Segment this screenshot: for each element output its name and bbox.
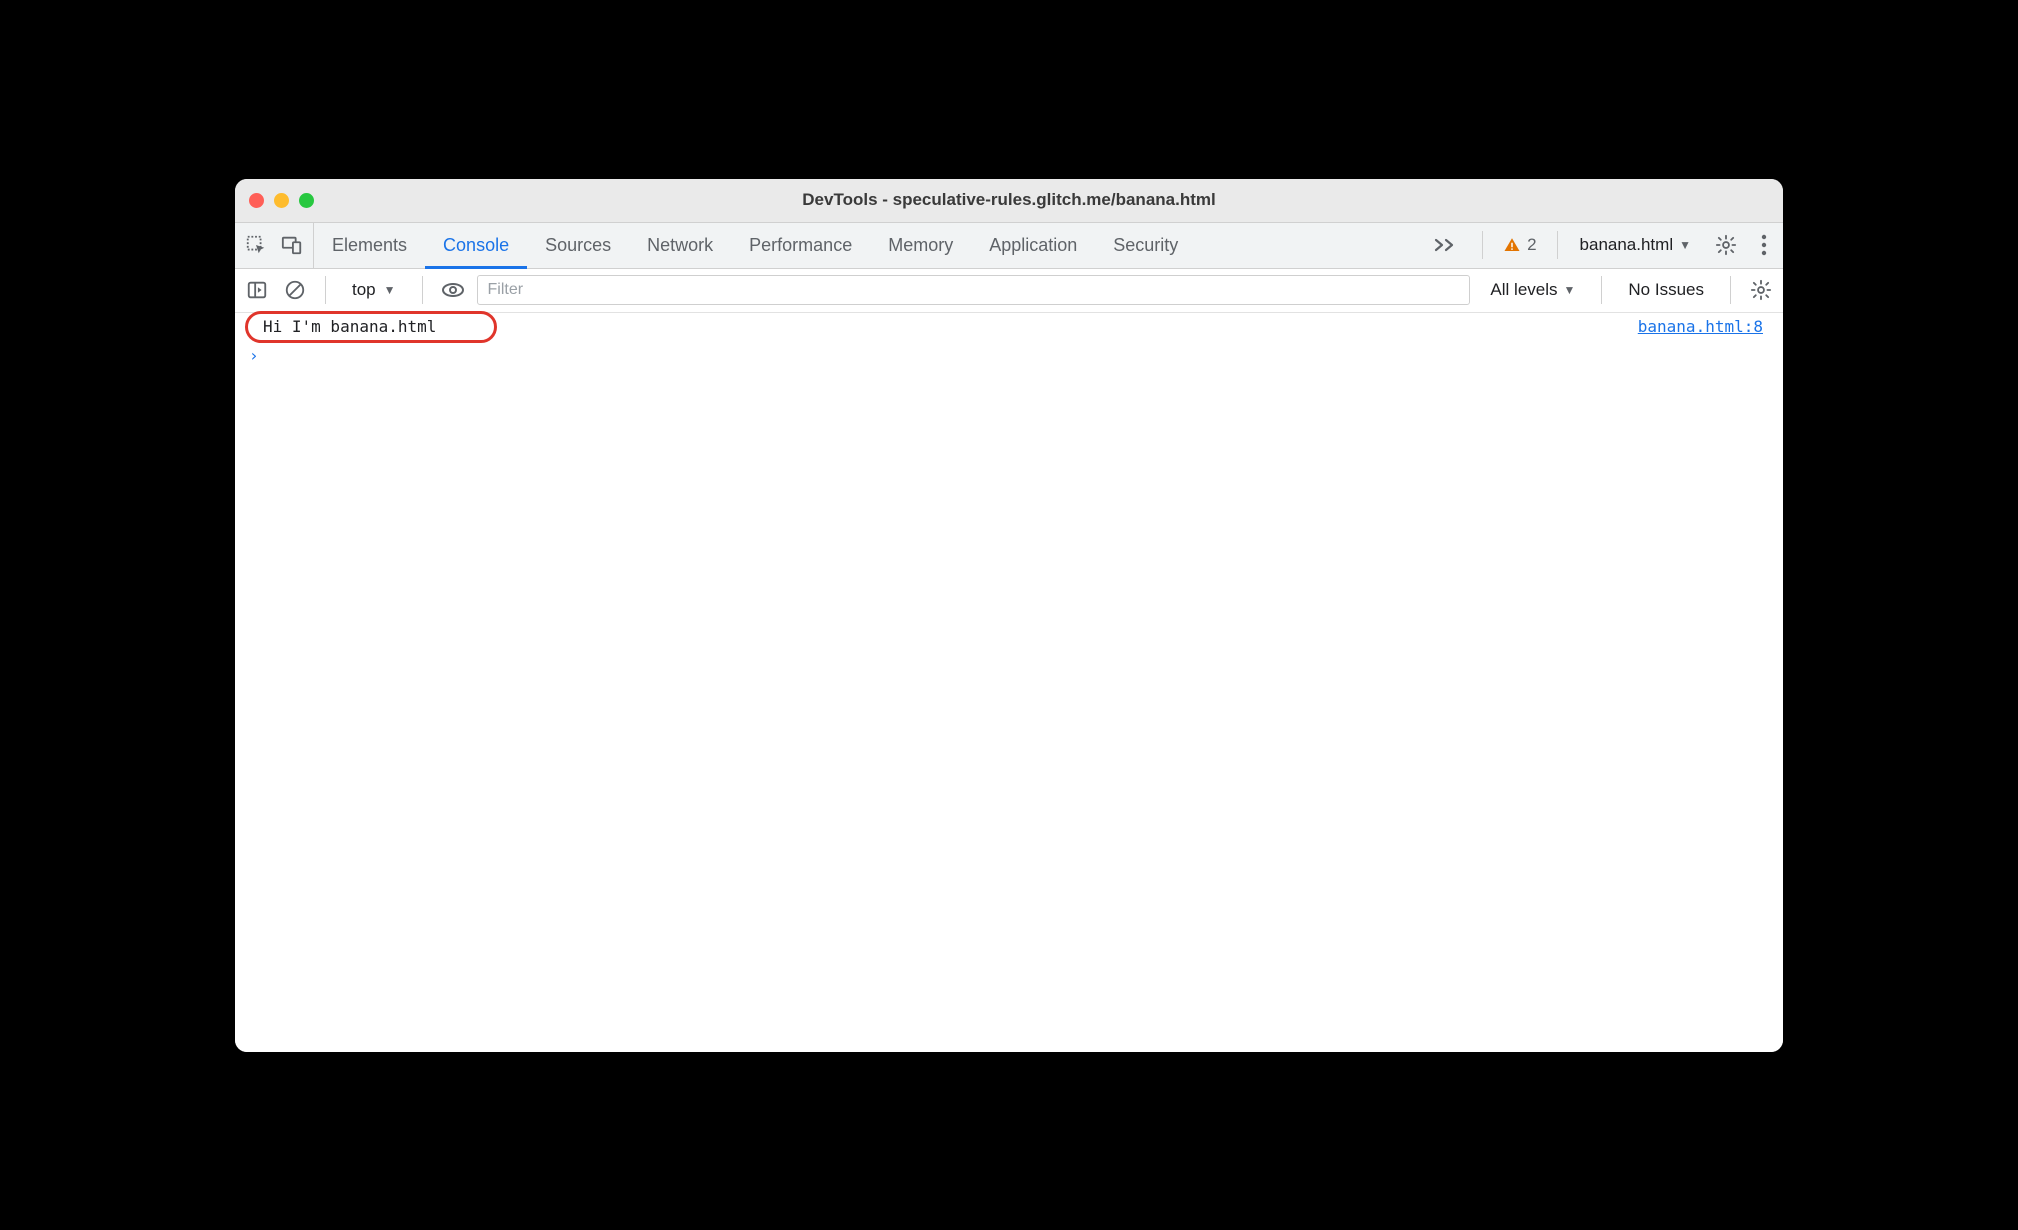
context-label: top	[352, 280, 376, 300]
console-prompt[interactable]: ›	[235, 338, 1783, 365]
clear-console-icon[interactable]	[281, 276, 309, 304]
separator	[1557, 231, 1558, 259]
tab-label: Console	[443, 235, 509, 256]
devtools-tabsbar: Elements Console Sources Network Perform…	[235, 223, 1783, 269]
chevron-down-icon: ▼	[384, 283, 396, 297]
tab-label: Performance	[749, 235, 852, 256]
tab-elements[interactable]: Elements	[314, 223, 425, 268]
close-window-button[interactable]	[249, 193, 264, 208]
tab-application[interactable]: Application	[971, 223, 1095, 268]
tabsbar-left-tools	[235, 223, 314, 268]
tab-label: Network	[647, 235, 713, 256]
issues-indicator[interactable]: No Issues	[1618, 280, 1714, 300]
separator	[422, 276, 423, 304]
console-output: Hi I'm banana.html banana.html:8 ›	[235, 313, 1783, 1052]
window-title: DevTools - speculative-rules.glitch.me/b…	[235, 190, 1783, 210]
titlebar: DevTools - speculative-rules.glitch.me/b…	[235, 179, 1783, 223]
warnings-indicator[interactable]: 2	[1497, 235, 1542, 255]
traffic-lights	[235, 193, 314, 208]
tab-security[interactable]: Security	[1095, 223, 1196, 268]
separator	[1601, 276, 1602, 304]
more-tabs-icon[interactable]	[1424, 236, 1468, 254]
zoom-window-button[interactable]	[299, 193, 314, 208]
tab-label: Security	[1113, 235, 1178, 256]
separator	[1482, 231, 1483, 259]
target-label: banana.html	[1580, 235, 1674, 255]
console-toolbar: top ▼ All levels ▼ No Issues	[235, 269, 1783, 313]
devtools-tabs: Elements Console Sources Network Perform…	[314, 223, 1196, 268]
tab-label: Memory	[888, 235, 953, 256]
filter-input[interactable]	[477, 275, 1471, 305]
device-toggle-icon[interactable]	[281, 234, 303, 256]
levels-label: All levels	[1490, 280, 1557, 300]
chevron-down-icon: ▼	[1679, 238, 1691, 252]
context-selector[interactable]: top ▼	[342, 280, 406, 300]
tab-label: Sources	[545, 235, 611, 256]
issues-label: No Issues	[1628, 280, 1704, 300]
warnings-count: 2	[1527, 235, 1536, 255]
settings-icon[interactable]	[1707, 234, 1745, 256]
prompt-chevron-icon: ›	[249, 346, 259, 365]
devtools-window: DevTools - speculative-rules.glitch.me/b…	[235, 179, 1783, 1052]
tab-network[interactable]: Network	[629, 223, 731, 268]
separator	[1730, 276, 1731, 304]
live-expression-icon[interactable]	[439, 276, 467, 304]
tab-performance[interactable]: Performance	[731, 223, 870, 268]
tabsbar-right: 2 banana.html ▼	[1424, 223, 1783, 268]
tab-console[interactable]: Console	[425, 223, 527, 268]
toggle-sidebar-icon[interactable]	[243, 276, 271, 304]
console-log-row: Hi I'm banana.html banana.html:8	[235, 313, 1783, 338]
console-log-source-link[interactable]: banana.html:8	[1638, 317, 1769, 336]
warning-icon	[1503, 236, 1521, 254]
console-settings-icon[interactable]	[1747, 276, 1775, 304]
inspect-element-icon[interactable]	[245, 234, 267, 256]
log-text: Hi I'm banana.html	[263, 317, 436, 336]
chevron-down-icon: ▼	[1564, 283, 1576, 297]
console-log-message: Hi I'm banana.html	[263, 317, 436, 336]
kebab-menu-icon[interactable]	[1753, 234, 1775, 256]
minimize-window-button[interactable]	[274, 193, 289, 208]
tab-memory[interactable]: Memory	[870, 223, 971, 268]
log-levels-selector[interactable]: All levels ▼	[1480, 280, 1585, 300]
tab-sources[interactable]: Sources	[527, 223, 629, 268]
target-selector[interactable]: banana.html ▼	[1572, 235, 1699, 255]
tab-label: Elements	[332, 235, 407, 256]
tab-label: Application	[989, 235, 1077, 256]
separator	[325, 276, 326, 304]
